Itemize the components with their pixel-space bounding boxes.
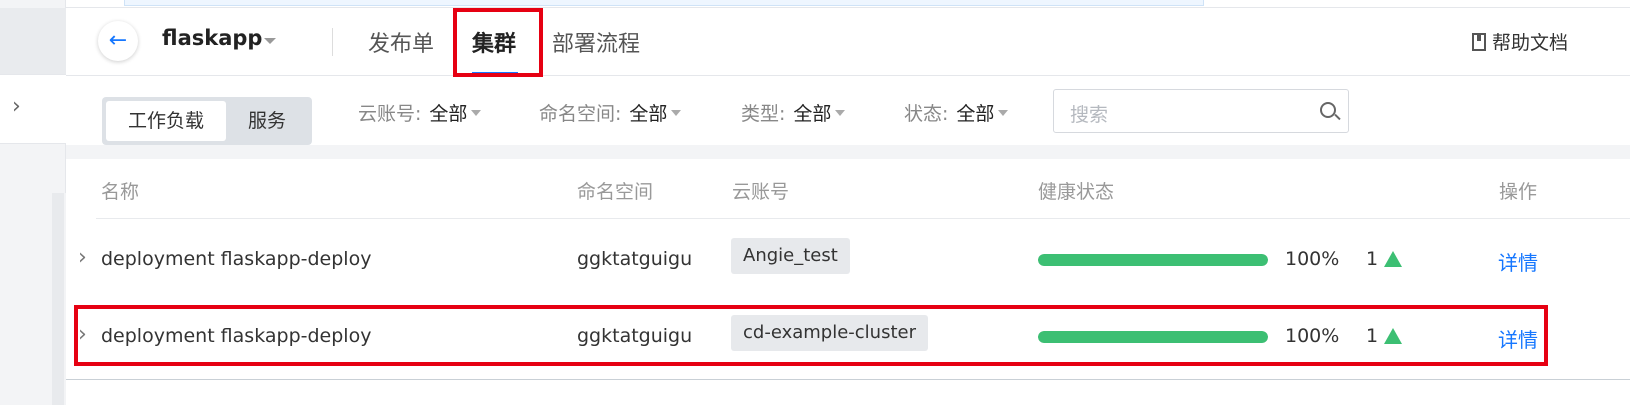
caret-down-icon [998, 110, 1009, 116]
filter-label: 云账号: [358, 103, 422, 125]
sidebar-scrollbar[interactable] [52, 193, 64, 405]
app-name[interactable]: flaskapp [162, 26, 262, 50]
book-icon [1472, 33, 1486, 51]
sidebar-toggle-area[interactable] [0, 74, 66, 144]
table-row: › deployment flaskapp-deploy ggktatguigu… [66, 221, 1630, 299]
caret-down-icon [471, 110, 482, 116]
arrow-left-icon: ← [108, 28, 128, 53]
back-button[interactable]: ← [98, 21, 138, 61]
type-filter[interactable]: 类型: 全部 [741, 99, 846, 126]
filter-label: 类型: [741, 103, 786, 125]
column-actions: 操作 [1499, 181, 1538, 203]
health-bar [1038, 254, 1268, 266]
bottom-divider [66, 379, 1630, 380]
help-doc-link[interactable]: 帮助文档 [1472, 28, 1568, 55]
app-header: ← flaskapp 发布单 集群 部署流程 帮助文档 [66, 8, 1630, 77]
replica-count: 1 [1366, 248, 1379, 270]
status-filter[interactable]: 状态: 全部 [904, 99, 1009, 126]
view-segmented-control: 工作负载 服务 [102, 97, 312, 145]
namespace-filter[interactable]: 命名空间: 全部 [539, 99, 682, 126]
health-percent: 100% [1285, 248, 1340, 270]
page: › ← flaskapp 发布单 集群 部署流程 帮助文档 工作负载 服务 云账… [0, 0, 1630, 405]
filter-value: 全部 [956, 103, 995, 125]
row-name: deployment flaskapp-deploy [101, 248, 372, 270]
column-health: 健康状态 [1038, 181, 1115, 203]
filter-value: 全部 [629, 103, 668, 125]
caret-down-icon [671, 110, 682, 116]
top-notice-bar [124, 0, 1204, 6]
chevron-right-icon[interactable]: › [78, 245, 87, 270]
section-gap [66, 145, 1630, 159]
column-name: 名称 [101, 181, 140, 203]
column-cloud-account: 云账号 [732, 181, 790, 203]
caret-down-icon[interactable] [264, 38, 276, 44]
tab-deploy-flow[interactable]: 部署流程 [552, 26, 640, 58]
segment-service[interactable]: 服务 [226, 101, 308, 141]
caret-down-icon [835, 110, 846, 116]
filter-bar: 工作负载 服务 云账号: 全部 命名空间: 全部 类型: 全部 状态: 全部 搜索 [66, 77, 1630, 145]
segment-workload[interactable]: 工作负载 [106, 101, 226, 141]
help-doc-label: 帮助文档 [1492, 32, 1569, 54]
account-tag: Angie_test [731, 238, 850, 274]
filter-value: 全部 [793, 103, 832, 125]
sidebar-top-block [0, 8, 66, 74]
cloud-account-filter[interactable]: 云账号: 全部 [358, 99, 482, 126]
header-divider [332, 28, 333, 56]
table-header: 名称 命名空间 云账号 健康状态 操作 [96, 159, 1630, 219]
search-placeholder: 搜索 [1070, 104, 1109, 126]
left-sidebar: › [0, 0, 66, 405]
top-strip [66, 0, 1630, 8]
column-namespace: 命名空间 [577, 181, 654, 203]
highlight-box-tab [453, 8, 543, 77]
search-icon[interactable] [1320, 102, 1336, 118]
chevron-right-icon[interactable]: › [12, 95, 32, 119]
filter-label: 状态: [904, 103, 949, 125]
detail-link[interactable]: 详情 [1498, 247, 1538, 276]
search-input[interactable]: 搜索 [1053, 89, 1349, 133]
row-namespace: ggktatguigu [577, 248, 693, 270]
tab-release[interactable]: 发布单 [368, 26, 434, 58]
health-bar-fill [1038, 254, 1268, 266]
triangle-up-icon [1384, 251, 1402, 267]
filter-label: 命名空间: [539, 103, 622, 125]
highlight-box-row [74, 305, 1548, 366]
filter-value: 全部 [429, 103, 468, 125]
